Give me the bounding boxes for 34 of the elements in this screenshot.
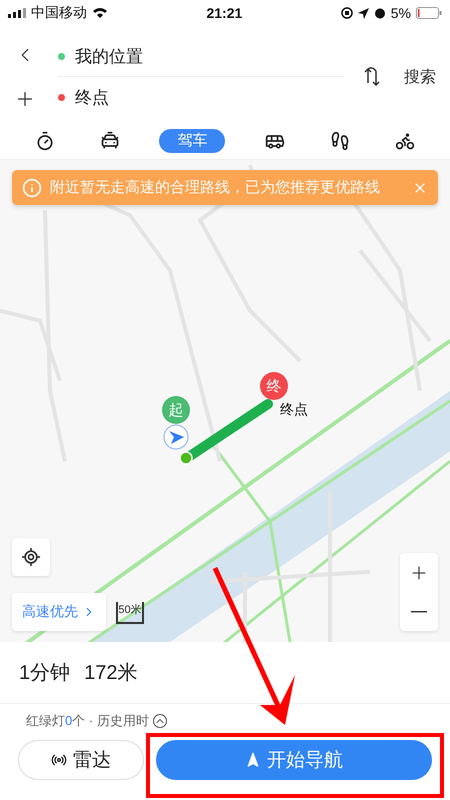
- duration-text: 1分钟: [19, 661, 70, 686]
- origin-field[interactable]: 我的位置: [75, 45, 143, 68]
- end-label: 终点: [280, 401, 308, 419]
- scale-bar: 50米: [116, 602, 144, 624]
- travel-mode-tab[interactable]: 驾车: [159, 128, 226, 152]
- battery-icon: [416, 7, 442, 19]
- walking-icon: [330, 130, 350, 150]
- destination-field[interactable]: 终点: [75, 86, 109, 108]
- start-point-icon: [179, 451, 193, 465]
- expand-icon[interactable]: [152, 714, 167, 728]
- info-icon: [22, 178, 42, 198]
- locate-button[interactable]: [12, 538, 50, 576]
- swap-icon[interactable]: [364, 67, 380, 87]
- distance-text: 172米: [84, 661, 138, 686]
- radar-icon: [51, 752, 67, 768]
- minus-icon: [411, 610, 427, 612]
- locate-icon: [21, 547, 41, 567]
- traffic-light-info: 红绿灯0个 · 历史用时: [26, 712, 149, 730]
- car-icon: [100, 130, 120, 150]
- carrier-name: 中国移动: [31, 4, 87, 22]
- clock-time: 21:21: [206, 5, 242, 21]
- navigation-arrow-icon: [245, 752, 261, 768]
- stopwatch-icon: [34, 130, 55, 150]
- battery-percent: 5%: [390, 5, 411, 21]
- start-navigation-button[interactable]: 开始导航: [156, 740, 432, 780]
- signal-icon: [8, 8, 26, 18]
- radar-button[interactable]: 雷达: [18, 740, 144, 780]
- notice-text: 附近暂无走高速的合理路线，已为您推荐更优路线: [50, 178, 381, 197]
- location-icon: [358, 8, 369, 18]
- route-preference-button[interactable]: 高速优先: [12, 593, 106, 631]
- wifi-icon: [92, 7, 108, 19]
- bicycle-icon: [395, 130, 416, 150]
- orientation-lock-icon: [340, 7, 353, 19]
- search-button[interactable]: 搜索: [404, 66, 436, 88]
